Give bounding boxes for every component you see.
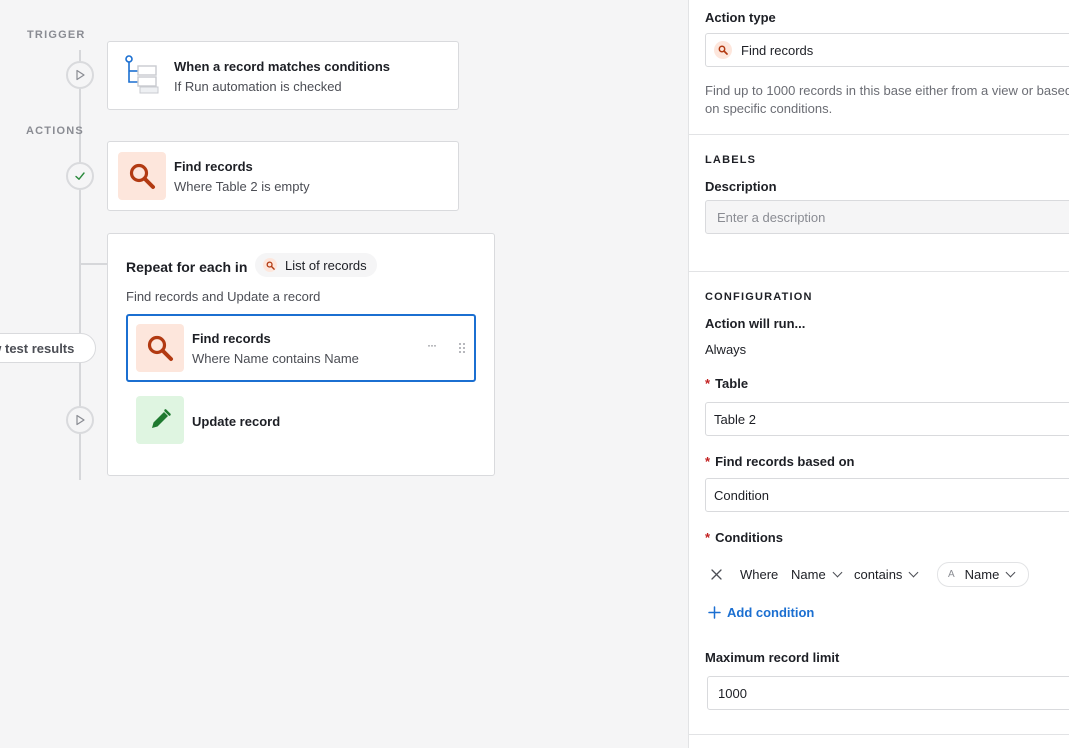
divider — [689, 734, 1069, 735]
repeat-subtitle: Find records and Update a record — [126, 289, 321, 304]
conditions-label: * Conditions — [705, 530, 783, 545]
action-will-run-value[interactable]: Always — [705, 342, 746, 357]
divider — [689, 134, 1069, 135]
pencil-icon — [152, 409, 171, 428]
description-placeholder: Enter a description — [717, 209, 826, 225]
condition-value-select[interactable]: A Name — [937, 562, 1030, 587]
find-based-on-value: Condition — [714, 487, 769, 503]
list-of-records-label: List of records — [285, 257, 367, 273]
action-will-run-label: Action will run... — [705, 316, 806, 331]
repeat-group-card[interactable]: Repeat for each in List of records Find … — [107, 233, 495, 476]
configuration-section-title: CONFIGURATION — [705, 291, 813, 303]
view-test-results-label: View test results — [0, 340, 75, 356]
find-records-tile — [118, 152, 166, 200]
condition-value-text: Name — [964, 567, 1000, 582]
trigger-card[interactable]: When a record matches conditions If Run … — [107, 41, 459, 110]
actions-section-label: ACTIONS — [26, 125, 84, 137]
update-record-title: Update record — [192, 414, 281, 429]
update-record-tile — [136, 396, 184, 444]
max-record-limit-input[interactable]: 1000 — [707, 676, 1069, 710]
add-condition-button[interactable]: Add condition — [708, 605, 814, 620]
trigger-run-node[interactable] — [66, 61, 94, 89]
drag-handle-icon[interactable] — [458, 342, 466, 354]
action-type-icon — [714, 41, 732, 59]
chevron-down-icon — [832, 567, 843, 578]
find-based-on-label-text: Find records based on — [715, 454, 855, 469]
text-field-icon: A — [948, 569, 955, 580]
required-mark: * — [705, 376, 711, 391]
action-type-value: Find records — [741, 42, 814, 58]
list-of-records-pill[interactable]: List of records — [255, 253, 377, 277]
required-mark: * — [705, 530, 711, 545]
required-mark: * — [705, 454, 711, 469]
table-label-text: Table — [715, 376, 749, 391]
inner-find-title: Find records — [192, 331, 271, 346]
action-type-description: Find up to 1000 records in this base eit… — [705, 83, 1069, 116]
search-icon — [147, 335, 173, 361]
chevron-down-icon — [1005, 567, 1016, 578]
condition-field-select[interactable]: Name — [791, 567, 843, 582]
update-record-item[interactable]: Update record — [126, 394, 476, 448]
action-type-select[interactable]: Find records — [705, 33, 1069, 67]
play-icon — [76, 69, 85, 81]
labels-section-title: LABELS — [705, 154, 757, 166]
inner-find-records-card[interactable]: Find records Where Name contains Name ··… — [126, 314, 476, 382]
action-config-panel: Action type Find records Find up to 1000… — [688, 0, 1069, 748]
table-select[interactable]: Table 2 — [705, 402, 1069, 436]
max-record-limit-value: 1000 — [718, 685, 747, 701]
play-icon — [76, 414, 85, 426]
condition-where: Where — [740, 567, 779, 582]
trigger-section-label: TRIGGER — [27, 29, 86, 41]
inner-find-records-tile — [136, 324, 184, 372]
max-record-limit-label: Maximum record limit — [705, 650, 840, 665]
record-conditions-icon — [125, 55, 159, 94]
list-search-icon — [263, 258, 277, 272]
check-icon — [75, 172, 85, 180]
find-records-status-node[interactable] — [66, 162, 94, 190]
remove-condition-icon[interactable] — [711, 569, 722, 580]
trigger-card-subtitle: If Run automation is checked — [174, 79, 342, 94]
action-type-label: Action type — [705, 10, 776, 25]
repeat-title: Repeat for each in — [126, 259, 248, 275]
repeat-connector-line — [79, 263, 108, 265]
chevron-down-icon — [908, 567, 919, 578]
conditions-label-text: Conditions — [715, 530, 783, 545]
add-condition-label: Add condition — [727, 605, 815, 620]
find-based-on-select[interactable]: Condition — [705, 478, 1069, 512]
automation-canvas: TRIGGER ACTIONS When a record matches co… — [0, 0, 688, 748]
plus-icon — [708, 606, 721, 619]
view-test-results-button[interactable]: View test results — [0, 333, 96, 363]
description-label: Description — [705, 179, 777, 194]
table-label: * Table — [705, 376, 748, 391]
search-icon — [129, 163, 155, 189]
condition-operator-value: contains — [854, 567, 903, 582]
divider — [689, 271, 1069, 272]
trigger-card-title: When a record matches conditions — [174, 59, 390, 74]
find-records-card-title: Find records — [174, 159, 253, 174]
update-record-run-node[interactable] — [66, 406, 94, 434]
inner-find-subtitle: Where Name contains Name — [192, 351, 359, 366]
description-input[interactable]: Enter a description — [705, 200, 1069, 234]
find-based-on-label: * Find records based on — [705, 454, 854, 469]
condition-operator-select[interactable]: contains — [854, 567, 919, 582]
condition-field-value: Name — [791, 567, 826, 582]
find-records-card[interactable]: Find records Where Table 2 is empty — [107, 141, 459, 211]
table-value: Table 2 — [714, 411, 756, 427]
find-records-card-subtitle: Where Table 2 is empty — [174, 179, 310, 194]
more-options-button[interactable]: ··· — [427, 338, 437, 352]
